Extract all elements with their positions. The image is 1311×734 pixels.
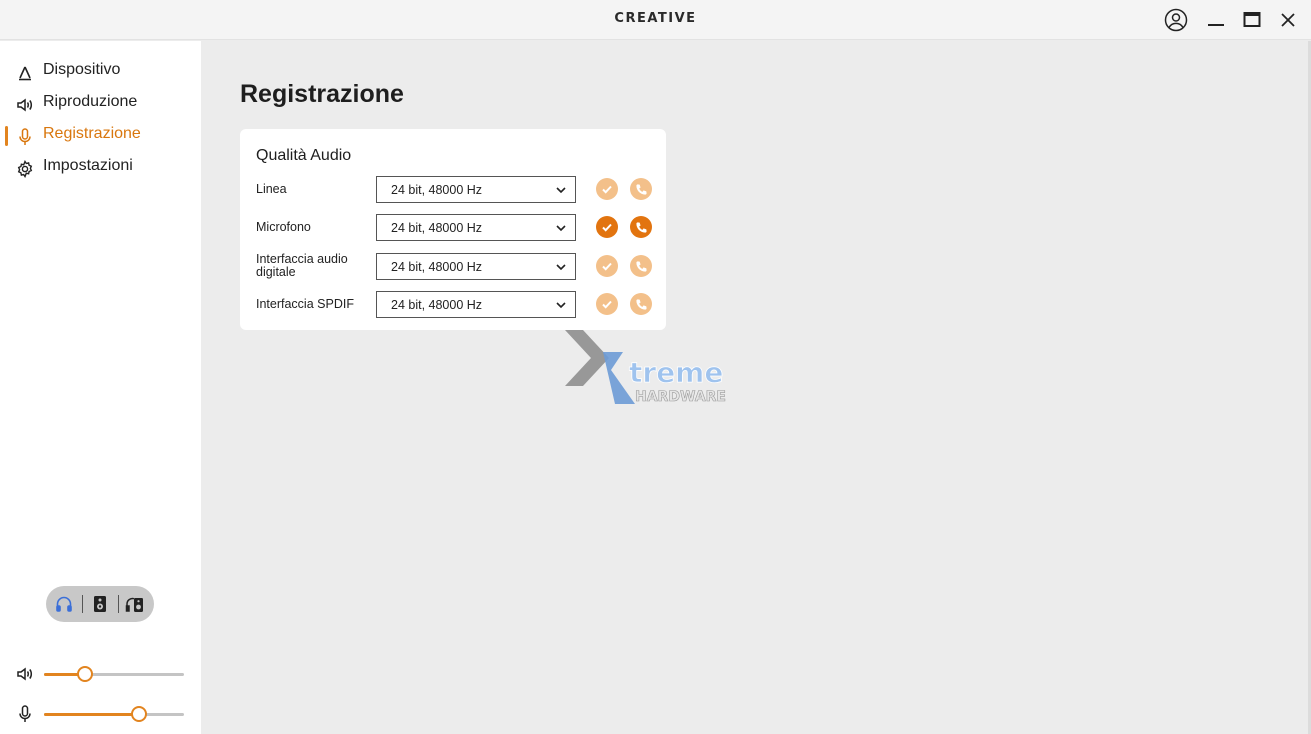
sidebar-item-dispositivo[interactable]: Dispositivo: [0, 58, 201, 86]
check-icon: [602, 185, 612, 194]
quality-select-linea[interactable]: 24 bit, 48000 Hz: [376, 176, 576, 203]
slider-thumb[interactable]: [131, 706, 148, 722]
brand-logo: CREATIVE: [614, 11, 697, 26]
gear-icon: [16, 160, 34, 178]
minimize-icon: [1208, 24, 1224, 26]
quality-select-spdif[interactable]: 24 bit, 48000 Hz: [376, 291, 576, 318]
slider-thumb[interactable]: [76, 666, 93, 682]
enable-check-button[interactable]: [596, 216, 618, 238]
check-icon: [602, 262, 612, 271]
chevron-down-icon: [556, 264, 566, 271]
headphones-mode-button[interactable]: [54, 594, 74, 614]
audio-quality-card: Qualità Audio Linea 24 bit, 48000 Hz Mic…: [240, 129, 666, 330]
mic-volume-slider[interactable]: [44, 706, 184, 722]
playback-volume-slider[interactable]: [44, 666, 184, 682]
enable-check-button[interactable]: [596, 178, 618, 200]
quality-row-spdif: Interfaccia SPDIF 24 bit, 48000 Hz: [240, 291, 666, 321]
select-value: 24 bit, 48000 Hz: [391, 183, 483, 197]
sidebar-item-label: Riproduzione: [43, 93, 138, 110]
row-label: Interfaccia SPDIF: [256, 297, 354, 311]
sidebar-item-label: Impostazioni: [43, 157, 133, 174]
communication-button[interactable]: [630, 293, 652, 315]
row-label: Microfono: [256, 220, 311, 234]
sidebar-item-label: Dispositivo: [43, 61, 121, 78]
check-icon: [602, 300, 612, 309]
minimize-button[interactable]: [1202, 6, 1230, 34]
card-title: Qualità Audio: [256, 147, 352, 164]
slider-fill: [44, 713, 140, 716]
communication-button[interactable]: [630, 178, 652, 200]
speaker-icon: [16, 665, 34, 683]
select-value: 24 bit, 48000 Hz: [391, 298, 483, 312]
close-button[interactable]: [1274, 6, 1302, 34]
xtreme-hardware-watermark: treme HARDWARE: [565, 330, 726, 405]
watermark-line2: HARDWARE: [635, 389, 726, 405]
communication-button[interactable]: [630, 216, 652, 238]
check-icon: [602, 223, 612, 232]
sidebar-item-impostazioni[interactable]: Impostazioni: [0, 154, 201, 182]
phone-icon: [635, 183, 647, 195]
watermark-line1: treme: [629, 356, 723, 389]
select-value: 24 bit, 48000 Hz: [391, 221, 483, 235]
phone-icon: [635, 221, 647, 233]
divider: [82, 595, 83, 613]
page-title: Registrazione: [240, 80, 404, 108]
chevron-down-icon: [556, 225, 566, 232]
phone-icon: [635, 260, 647, 272]
mic-volume-row: [0, 702, 201, 726]
quality-select-microfono[interactable]: 24 bit, 48000 Hz: [376, 214, 576, 241]
headphone-speaker-mode-button[interactable]: [125, 594, 145, 614]
headphone-speaker-icon: [125, 597, 143, 612]
chevron-down-icon: [556, 302, 566, 309]
microphone-icon: [16, 128, 34, 146]
enable-check-button[interactable]: [596, 255, 618, 277]
user-circle-icon: [1164, 8, 1188, 32]
microphone-icon: [16, 705, 34, 723]
sidebar-item-registrazione[interactable]: Registrazione: [0, 122, 201, 150]
maximize-button[interactable]: [1238, 6, 1266, 34]
active-indicator: [5, 126, 8, 146]
speaker-mode-button[interactable]: [90, 594, 110, 614]
divider: [118, 595, 119, 613]
device-triangle-icon: [16, 64, 34, 82]
quality-row-microfono: Microfono 24 bit, 48000 Hz: [240, 214, 666, 244]
quality-select-interfaccia-digitale[interactable]: 24 bit, 48000 Hz: [376, 253, 576, 280]
row-label: Linea: [256, 182, 287, 196]
row-label: Interfaccia audio digitale: [256, 252, 348, 279]
title-bar: CREATIVE: [0, 0, 1311, 40]
communication-button[interactable]: [630, 255, 652, 277]
quality-row-interfaccia-digitale: Interfaccia audio digitale 24 bit, 48000…: [240, 253, 666, 283]
close-icon: [1281, 13, 1295, 27]
sidebar: Dispositivo Riproduzione Registrazione I…: [0, 41, 201, 734]
select-value: 24 bit, 48000 Hz: [391, 260, 483, 274]
speaker-icon: [16, 96, 34, 114]
sidebar-item-label: Registrazione: [43, 125, 141, 142]
account-button[interactable]: [1162, 6, 1190, 34]
maximize-icon: [1243, 12, 1261, 27]
headphones-icon: [56, 596, 72, 612]
chevron-down-icon: [556, 187, 566, 194]
quality-row-linea: Linea 24 bit, 48000 Hz: [240, 176, 666, 206]
output-mode-switch: [46, 586, 154, 622]
phone-icon: [635, 298, 647, 310]
enable-check-button[interactable]: [596, 293, 618, 315]
speaker-box-icon: [94, 596, 106, 612]
playback-volume-row: [0, 662, 201, 686]
sidebar-item-riproduzione[interactable]: Riproduzione: [0, 90, 201, 118]
